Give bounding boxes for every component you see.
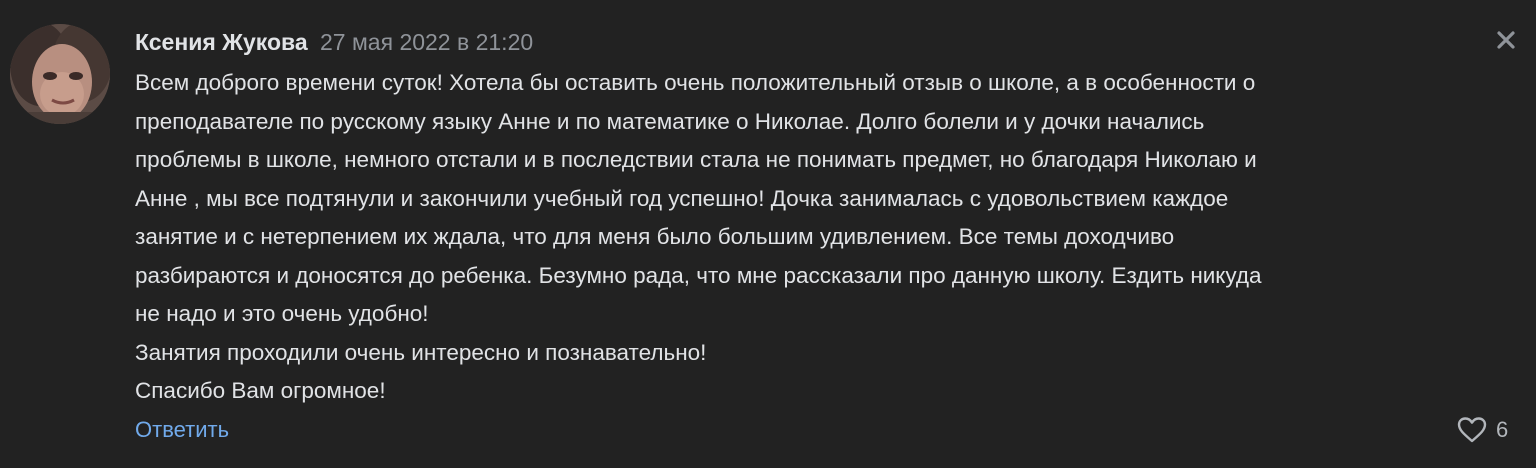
comment-line: разбираются и доносятся до ребенка. Безу… [135, 262, 1262, 288]
comment-header: Ксения Жукова 27 мая 2022 в 21:20 [135, 28, 533, 56]
comment-line: Анне , мы все подтянули и закончили учеб… [135, 185, 1229, 211]
comment-line: проблемы в школе, немного отстали и в по… [135, 147, 1257, 172]
like-count: 6 [1496, 417, 1509, 442]
heart-icon [1457, 417, 1487, 443]
comment-line: Спасибо Вам огромное! [135, 378, 386, 403]
comment-text: Всем доброго времени суток! Хотела бы ос… [135, 64, 1520, 411]
comment-line: не надо и это очень удобно! [135, 301, 429, 326]
comment-line: Всем доброго времени суток! Хотела бы ос… [135, 70, 1256, 95]
like-button[interactable]: 6 [1456, 414, 1508, 446]
close-icon [1497, 31, 1515, 49]
comment-line: занятие и с нетерпением их ждала, что дл… [135, 224, 1175, 249]
reply-button[interactable]: Ответить [135, 416, 229, 444]
author-name[interactable]: Ксения Жукова [135, 29, 308, 55]
avatar[interactable] [10, 24, 110, 124]
comment-line: преподавателе по русскому языку Анне и п… [135, 108, 1205, 134]
close-button[interactable] [1490, 24, 1522, 56]
comment: Ксения Жукова 27 мая 2022 в 21:20 Всем д… [0, 0, 1536, 468]
comment-line: Занятия проходили очень интересно и позн… [135, 339, 707, 365]
comment-date[interactable]: 27 мая 2022 в 21:20 [320, 29, 533, 55]
